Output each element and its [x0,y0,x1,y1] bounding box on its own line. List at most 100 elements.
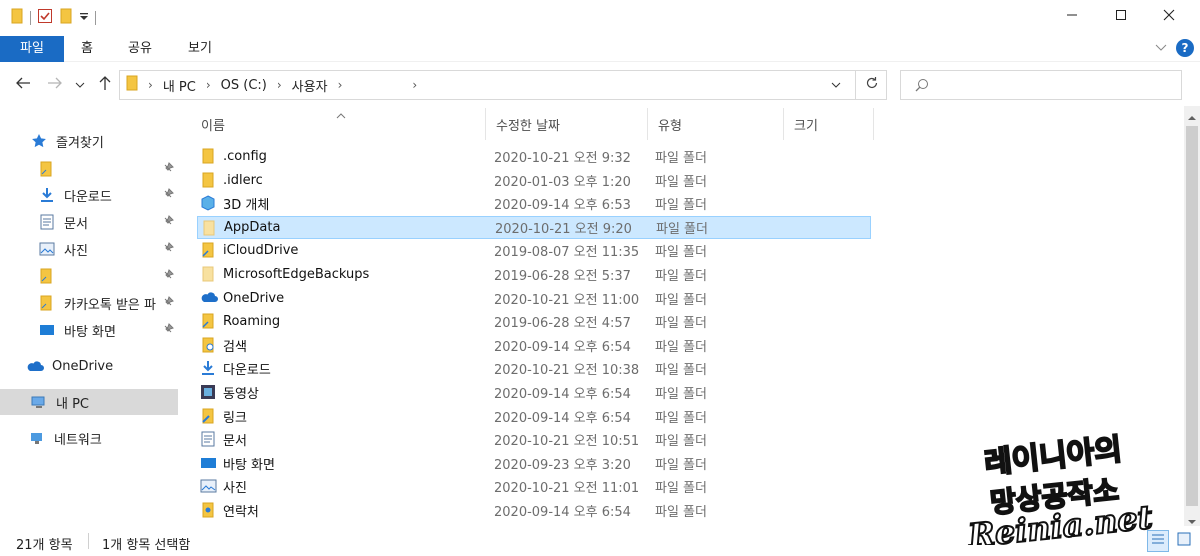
ribbon-expand-icon[interactable] [1154,42,1168,58]
pin-icon[interactable] [162,215,174,231]
cloud-icon [26,357,44,375]
file-row[interactable]: MicrosoftEdgeBackups 2019-06-28 오전 5:37 파일… [197,263,871,286]
file-type: 파일 폴더 [655,151,707,166]
nav-kakaotalk[interactable]: 카카오톡 받은 파 [0,290,178,316]
file-row[interactable]: 사진 2020-10-21 오전 11:01 파일 폴더 [197,475,871,498]
chevron-right-icon[interactable]: › [148,78,153,92]
nav-pictures-label: 사진 [64,243,88,259]
column-header-type[interactable]: 유형 [648,108,784,140]
file-name: 다운로드 [223,363,271,379]
file-date: 2019-06-28 오전 4:57 [494,316,631,332]
nav-documents-label: 문서 [64,216,88,232]
crumb-users[interactable]: 사용자 [292,76,328,95]
file-name: 검색 [223,339,247,355]
item-count: 21개 항목 [16,538,73,553]
help-icon[interactable]: ? [1176,39,1194,57]
tab-home[interactable]: 홈 [70,36,104,62]
desktop-icon [38,321,56,339]
chevron-right-icon[interactable]: › [412,78,417,92]
file-row[interactable]: 검색 2020-09-14 오후 6:54 파일 폴더 [197,334,871,357]
nav-pictures[interactable]: 사진 [0,236,178,262]
close-button[interactable] [1146,0,1192,34]
file-row[interactable]: 3D 개체 2020-09-14 오후 6:53 파일 폴더 [197,192,871,215]
file-row[interactable]: AppData 2020-10-21 오전 9:20 파일 폴더 [197,215,871,239]
column-header-date-label: 수정한 날짜 [496,118,560,134]
maximize-button[interactable] [1098,0,1144,34]
nav-this-pc[interactable]: 내 PC [0,389,178,415]
pin-icon[interactable] [162,162,174,178]
column-header-type-label: 유형 [658,118,682,134]
forward-button[interactable] [44,74,66,96]
recent-locations-button[interactable] [72,74,88,96]
large-icons-view-button[interactable] [1173,530,1195,552]
address-bar[interactable]: › 내 PC › OS (C:) › 사용자 › › [119,70,887,100]
search-icon [915,78,929,96]
file-row[interactable]: 연락처 2020-09-14 오후 6:54 파일 폴더 [197,499,871,522]
column-header-name-label: 이름 [201,118,225,134]
nav-quick-item[interactable] [0,263,178,289]
picture-icon [38,240,56,258]
search-folder-icon [200,337,217,353]
computer-icon [30,393,48,411]
file-row[interactable]: iCloudDrive 2019-08-07 오전 11:35 파일 폴더 [197,239,871,262]
scroll-up-icon[interactable] [1188,110,1196,125]
file-row[interactable]: .config 2020-10-21 오전 9:32 파일 폴더 [197,145,871,168]
file-date: 2020-09-14 오후 6:54 [494,387,631,402]
nav-quick-item[interactable] [0,156,178,182]
search-box[interactable] [900,70,1182,100]
back-button[interactable] [12,74,34,96]
pin-icon[interactable] [162,269,174,285]
pin-icon[interactable] [162,188,174,204]
file-row[interactable]: .idlerc 2020-01-03 오후 1:20 파일 폴더 [197,169,871,192]
file-row[interactable]: 동영상 2020-09-14 오후 6:54 파일 폴더 [197,381,871,404]
nav-documents[interactable]: 문서 [0,209,178,235]
ribbon-tabs: 파일 홈 공유 보기 ? [0,34,1200,62]
scrollbar-thumb[interactable] [1186,126,1198,506]
pin-icon[interactable] [162,296,174,312]
nav-desktop[interactable]: 바탕 화면 [0,317,178,343]
file-row[interactable]: 다운로드 2020-10-21 오전 10:38 파일 폴더 [197,357,871,380]
scroll-down-icon[interactable] [1188,514,1196,529]
tab-file[interactable]: 파일 [0,36,64,62]
chevron-right-icon[interactable]: › [338,78,343,92]
nav-onedrive[interactable]: OneDrive [0,353,178,379]
file-row[interactable]: Roaming 2019-06-28 오전 4:57 파일 폴더 [197,310,871,333]
minimize-button[interactable] [1049,0,1095,34]
vertical-scrollbar[interactable] [1184,106,1200,526]
refresh-button[interactable] [855,71,887,99]
tab-share[interactable]: 공유 [120,36,160,62]
tab-view[interactable]: 보기 [178,36,222,62]
chevron-right-icon[interactable]: › [277,78,282,92]
file-date: 2020-01-03 오후 1:20 [494,174,631,190]
breadcrumb: › 내 PC › OS (C:) › 사용자 › › [126,71,417,99]
file-name: iCloudDrive [223,243,299,259]
nav-quick-access[interactable]: 즐겨찾기 [0,128,178,154]
column-header-name[interactable]: 이름 [191,108,486,140]
file-row[interactable]: 문서 2020-10-21 오전 10:51 파일 폴더 [197,428,871,451]
nav-network[interactable]: 네트워크 [0,425,178,451]
column-header-size[interactable]: 크기 [784,108,874,140]
properties-check-icon[interactable] [37,8,53,28]
file-row[interactable]: OneDrive 2020-10-21 오전 11:00 파일 폴더 [197,287,871,310]
chevron-right-icon[interactable]: › [206,78,211,92]
file-row[interactable]: 링크 2020-09-14 오후 6:54 파일 폴더 [197,405,871,428]
folder-icon [38,267,56,285]
crumb-this-pc[interactable]: 내 PC [163,76,196,95]
file-name: 링크 [223,410,247,426]
refresh-icon [865,76,879,94]
customize-dropdown-icon[interactable] [79,10,89,26]
file-type: 파일 폴더 [655,292,707,308]
file-date: 2019-06-28 오전 5:37 [494,269,631,284]
up-button[interactable] [94,74,116,96]
details-view-button[interactable] [1147,530,1169,552]
crumb-drive[interactable]: OS (C:) [221,78,267,93]
nav-downloads[interactable]: 다운로드 [0,182,178,208]
address-history-dropdown[interactable] [824,71,846,99]
desktop-icon [200,455,217,471]
new-folder-icon[interactable] [59,8,73,28]
pin-icon[interactable] [162,323,174,339]
file-row[interactable]: 바탕 화면 2020-09-23 오후 3:20 파일 폴더 [197,452,871,475]
column-header-date[interactable]: 수정한 날짜 [486,108,648,140]
file-name: 문서 [223,434,247,450]
pin-icon[interactable] [162,242,174,258]
